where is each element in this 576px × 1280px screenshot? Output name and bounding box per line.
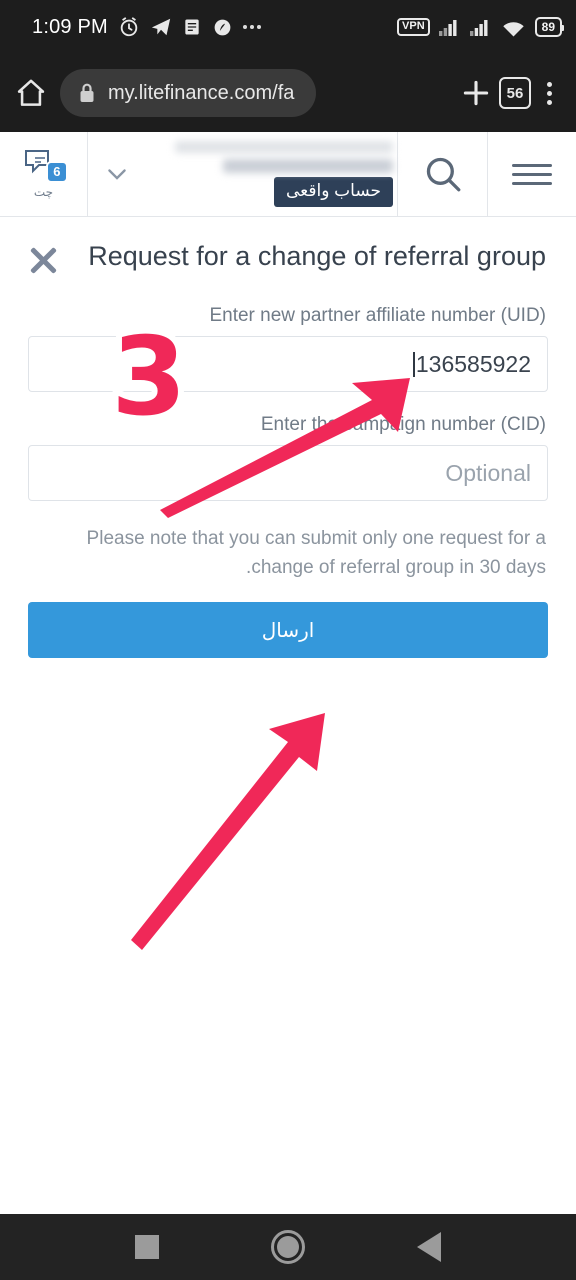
- modal-header: Request for a change of referral group: [0, 217, 576, 283]
- status-bar-clock: 1:09 PM: [32, 15, 108, 38]
- uid-input-value: 136585922: [412, 350, 531, 378]
- status-bar-right: VPN 89: [397, 17, 565, 37]
- chat-icon: 6: [24, 149, 68, 183]
- submit-button[interactable]: ارسال: [28, 602, 548, 658]
- circle-home-icon[interactable]: [271, 1230, 305, 1264]
- wifi-icon: [502, 21, 524, 36]
- hamburger-icon: [512, 158, 552, 191]
- vpn-icon: VPN: [397, 18, 430, 36]
- battery-icon: 89: [534, 17, 565, 37]
- account-info[interactable]: حساب واقعی: [146, 132, 398, 216]
- page-title: Request for a change of referral group: [88, 241, 546, 271]
- close-icon[interactable]: [20, 237, 66, 283]
- menu-button[interactable]: [488, 132, 576, 216]
- signal-icon-sim1: [438, 20, 457, 36]
- square-recents-icon[interactable]: [135, 1235, 159, 1259]
- chat-button[interactable]: 6 چت: [0, 132, 88, 216]
- lock-icon: [80, 83, 94, 102]
- notes-icon: [185, 19, 199, 35]
- uid-input[interactable]: 136585922: [28, 336, 548, 392]
- triangle-back-icon[interactable]: [417, 1232, 441, 1262]
- app-icon: [214, 19, 231, 35]
- home-icon[interactable]: [14, 76, 48, 110]
- url-text: my.litefinance.com/fa: [108, 81, 295, 104]
- cid-field-label: Enter the campaign number (CID): [260, 414, 546, 435]
- chevron-down-icon: [108, 169, 126, 180]
- more-icon: [242, 25, 261, 29]
- android-status-bar: 1:09 PM VPN 89: [0, 0, 576, 54]
- tab-count-button[interactable]: 56: [499, 77, 531, 109]
- signal-icon-sim2: [469, 20, 488, 36]
- chat-badge: 6: [46, 160, 68, 183]
- kebab-menu-icon[interactable]: [537, 76, 562, 111]
- cid-input[interactable]: Optional: [28, 445, 548, 501]
- text-caret: [412, 351, 415, 377]
- browser-toolbar: my.litefinance.com/fa 56: [0, 54, 576, 132]
- telegram-icon: [151, 18, 171, 36]
- account-dropdown-toggle[interactable]: [88, 132, 146, 216]
- account-type-badge: حساب واقعی: [273, 176, 393, 208]
- address-bar[interactable]: my.litefinance.com/fa: [60, 69, 317, 117]
- referral-change-modal: Request for a change of referral group E…: [0, 217, 576, 1214]
- account-name-blurred: [175, 140, 393, 153]
- search-button[interactable]: [398, 132, 488, 216]
- modal-note: Please note that you can submit only one…: [86, 528, 546, 578]
- account-balance-blurred: [223, 158, 393, 173]
- cid-placeholder: Optional: [445, 459, 531, 486]
- uid-field-label: Enter new partner affiliate number (UID): [209, 305, 546, 326]
- search-icon: [426, 157, 460, 192]
- chat-label: چت: [33, 185, 54, 199]
- status-bar-left: 1:09 PM: [32, 16, 397, 39]
- uid-value-text: 136585922: [415, 350, 531, 377]
- site-header: 6 چت حساب واقعی: [0, 132, 576, 217]
- android-nav-bar: [0, 1214, 576, 1280]
- phone-screen: 1:09 PM VPN 89 my.litefinance.com/fa 56 …: [0, 0, 576, 1280]
- plus-icon[interactable]: [459, 76, 493, 110]
- alarm-icon: [120, 17, 138, 37]
